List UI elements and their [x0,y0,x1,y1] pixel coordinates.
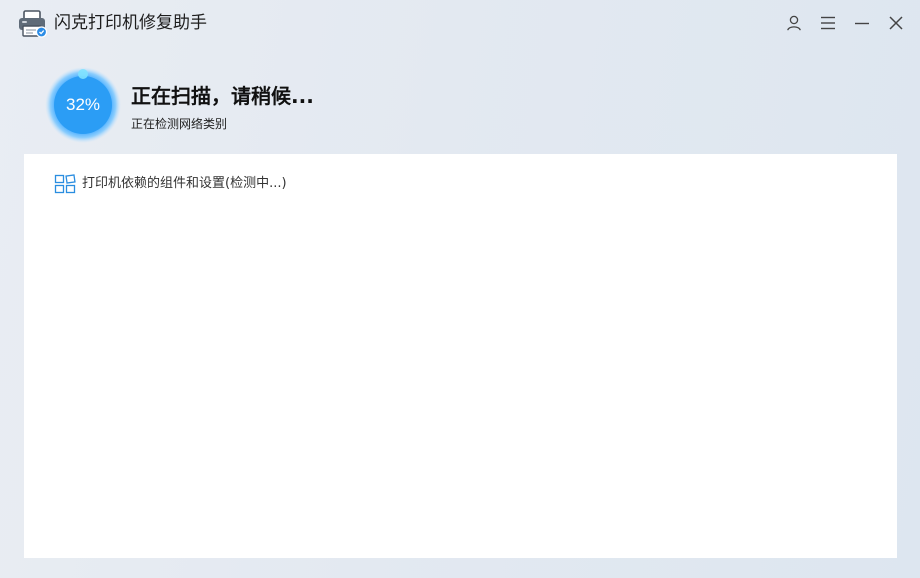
scan-status-subtitle: 正在检测网络类别 [131,117,228,131]
minimize-icon[interactable] [851,12,873,34]
scan-status-title: 正在扫描，请稍候... [131,84,314,108]
list-item: 打印机依赖的组件和设置(检测中...) [54,174,287,194]
title-bar: 闪克打印机修复助手 [0,0,920,48]
menu-icon[interactable] [817,12,839,34]
printer-icon [18,10,48,38]
scan-results-panel: 打印机依赖的组件和设置(检测中...) [24,154,897,558]
grid-icon [54,174,76,194]
app-title: 闪克打印机修复助手 [54,13,207,33]
progress-percent: 32% [65,95,101,114]
progress-ring: 32% [44,66,122,144]
close-icon[interactable] [885,12,907,34]
user-icon[interactable] [783,12,805,34]
list-item-label: 打印机依赖的组件和设置(检测中...) [82,176,287,191]
